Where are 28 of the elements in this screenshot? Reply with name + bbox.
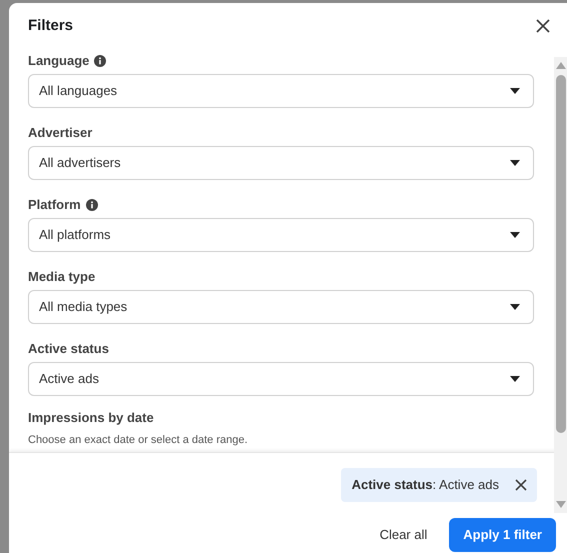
- dialog-title: Filters: [28, 16, 74, 36]
- info-icon[interactable]: [86, 199, 98, 211]
- remove-filter-button[interactable]: [515, 479, 527, 491]
- chip-label: Active status: Active ads: [352, 476, 499, 494]
- caret-icon: [510, 304, 520, 310]
- section-label: Impressions by date: [28, 409, 155, 427]
- field-label: Platform: [28, 196, 81, 214]
- close-icon: [515, 479, 527, 491]
- field-label: Media type: [28, 268, 96, 286]
- info-icon[interactable]: [94, 55, 106, 67]
- scrollbar-thumb[interactable]: [556, 75, 566, 433]
- section-hint: Choose an exact date or select a date range.: [28, 432, 249, 448]
- dropdown[interactable]: All media types: [28, 290, 534, 324]
- close-icon: [536, 19, 550, 33]
- dropdown[interactable]: Active ads: [28, 362, 534, 396]
- caret-icon: [510, 160, 520, 166]
- apply-button[interactable]: Apply 1 filter: [449, 518, 556, 552]
- caret-icon: [510, 376, 520, 382]
- caret-icon: [510, 232, 520, 238]
- scrollbar[interactable]: [554, 57, 567, 513]
- caret-icon: [510, 88, 520, 94]
- dropdown[interactable]: All advertisers: [28, 146, 534, 180]
- field-label: Advertiser: [28, 124, 92, 142]
- dropdown[interactable]: All platforms: [28, 218, 534, 252]
- dropdown[interactable]: All languages: [28, 74, 534, 108]
- field-label: Language: [28, 52, 90, 70]
- clear-all-button[interactable]: Clear all: [380, 525, 428, 545]
- field-label: Active status: [28, 340, 109, 358]
